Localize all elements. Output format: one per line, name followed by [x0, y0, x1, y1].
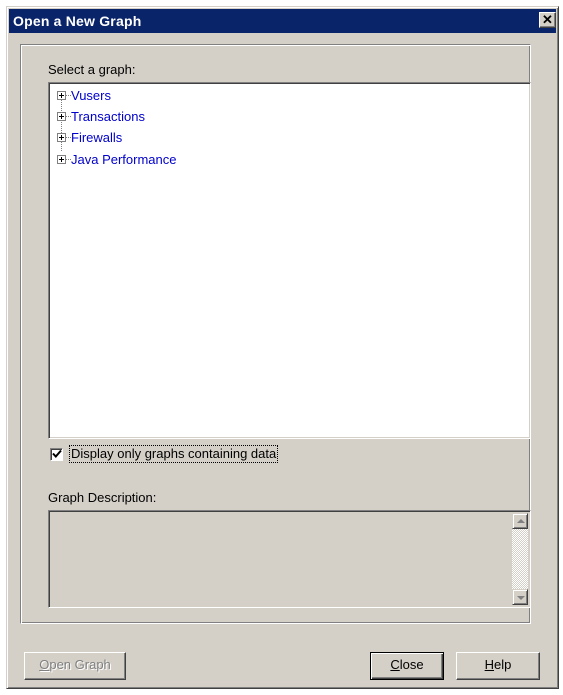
- data-only-checkbox-label[interactable]: Display only graphs containing data: [68, 445, 279, 463]
- close-mnemonic: C: [390, 657, 400, 672]
- window-title: Open a New Graph: [13, 13, 142, 29]
- close-label: lose: [399, 657, 424, 672]
- plus-box-icon[interactable]: [57, 91, 66, 100]
- checkmark-icon: [52, 449, 62, 458]
- graph-tree[interactable]: Vusers Transactions Firewalls Java Perfo…: [48, 82, 531, 439]
- plus-box-icon[interactable]: [57, 112, 66, 121]
- down-arrow-icon: [517, 596, 525, 600]
- plus-box-icon[interactable]: [57, 155, 66, 164]
- close-icon: ✕: [542, 12, 553, 27]
- tree-connector-line: [61, 93, 62, 151]
- scroll-up-button[interactable]: [512, 513, 528, 529]
- close-window-button[interactable]: ✕: [539, 12, 556, 28]
- scroll-down-button[interactable]: [512, 589, 528, 605]
- plus-box-icon[interactable]: [57, 133, 66, 142]
- help-mnemonic: H: [484, 657, 495, 672]
- tree-item-label[interactable]: Firewalls: [71, 129, 122, 146]
- tree-item-label[interactable]: Transactions: [71, 108, 145, 125]
- tree-item-label[interactable]: Vusers: [71, 87, 111, 104]
- select-graph-label: Select a graph:: [48, 62, 136, 77]
- help-label: elp: [494, 657, 512, 672]
- graph-description-box: [48, 510, 531, 608]
- description-scrollbar[interactable]: [512, 513, 528, 605]
- graph-description-label: Graph Description:: [48, 490, 157, 505]
- title-bar[interactable]: Open a New Graph ✕: [9, 9, 556, 33]
- close-button[interactable]: Close: [370, 652, 444, 680]
- open-graph-label: pen Graph: [49, 657, 111, 672]
- open-graph-button[interactable]: Open Graph: [24, 652, 126, 680]
- open-graph-mnemonic: O: [39, 657, 50, 672]
- tree-item-label[interactable]: Java Performance: [71, 151, 177, 168]
- data-only-checkbox[interactable]: [50, 448, 63, 461]
- help-button[interactable]: Help: [456, 652, 540, 680]
- up-arrow-icon: [517, 519, 525, 523]
